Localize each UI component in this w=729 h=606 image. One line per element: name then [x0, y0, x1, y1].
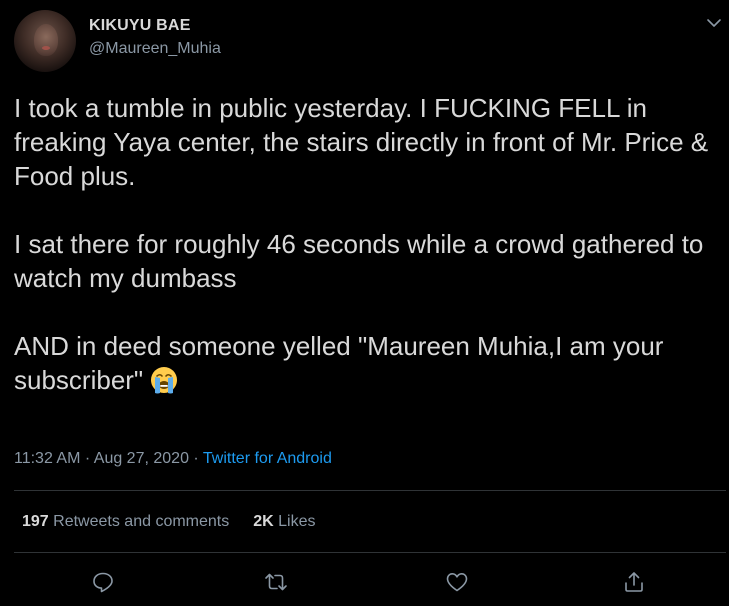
loudly-crying-face-icon: [151, 367, 178, 394]
reply-icon[interactable]: [91, 570, 115, 594]
like-icon[interactable]: [445, 570, 469, 594]
tweet-stats: 197 Retweets and comments 2K Likes: [22, 513, 316, 531]
tweet-time[interactable]: 11:32 AM: [14, 450, 80, 467]
retweets-count: 197: [22, 513, 49, 530]
tweet: KIKUYU BAE @Maureen_Muhia I took a tumbl…: [0, 0, 729, 606]
tweet-source-link[interactable]: Twitter for Android: [203, 450, 332, 467]
tweet-date[interactable]: Aug 27, 2020: [94, 450, 189, 467]
likes-count: 2K: [253, 513, 274, 530]
tweet-text: I took a tumble in public yesterday. I F…: [14, 91, 714, 397]
meta-separator: ·: [193, 450, 199, 467]
divider: [14, 490, 726, 491]
tweet-actions: [0, 570, 729, 596]
likes-stat[interactable]: 2K Likes: [253, 513, 315, 530]
share-icon[interactable]: [622, 570, 646, 594]
divider: [14, 552, 726, 553]
retweet-icon[interactable]: [264, 570, 288, 594]
display-name[interactable]: KIKUYU BAE: [89, 17, 191, 35]
retweets-stat[interactable]: 197 Retweets and comments: [22, 513, 229, 530]
avatar-mouth: [42, 46, 50, 50]
tweet-meta: 11:32 AM · Aug 27, 2020 · Twitter for An…: [14, 450, 332, 468]
retweets-label: Retweets and comments: [53, 513, 230, 530]
likes-label: Likes: [278, 513, 316, 530]
chevron-down-icon[interactable]: [705, 14, 723, 32]
meta-separator: ·: [84, 450, 91, 467]
user-handle[interactable]: @Maureen_Muhia: [89, 40, 221, 58]
tweet-paragraph-3: AND in deed someone yelled "Maureen Muhi…: [14, 329, 714, 397]
avatar[interactable]: [14, 10, 76, 72]
tweet-paragraph-2: I sat there for roughly 46 seconds while…: [14, 229, 711, 293]
avatar-face: [34, 24, 58, 56]
tweet-paragraph-3-text: AND in deed someone yelled "Maureen Muhi…: [14, 331, 671, 395]
tweet-paragraph-1: I took a tumble in public yesterday. I F…: [14, 93, 716, 191]
